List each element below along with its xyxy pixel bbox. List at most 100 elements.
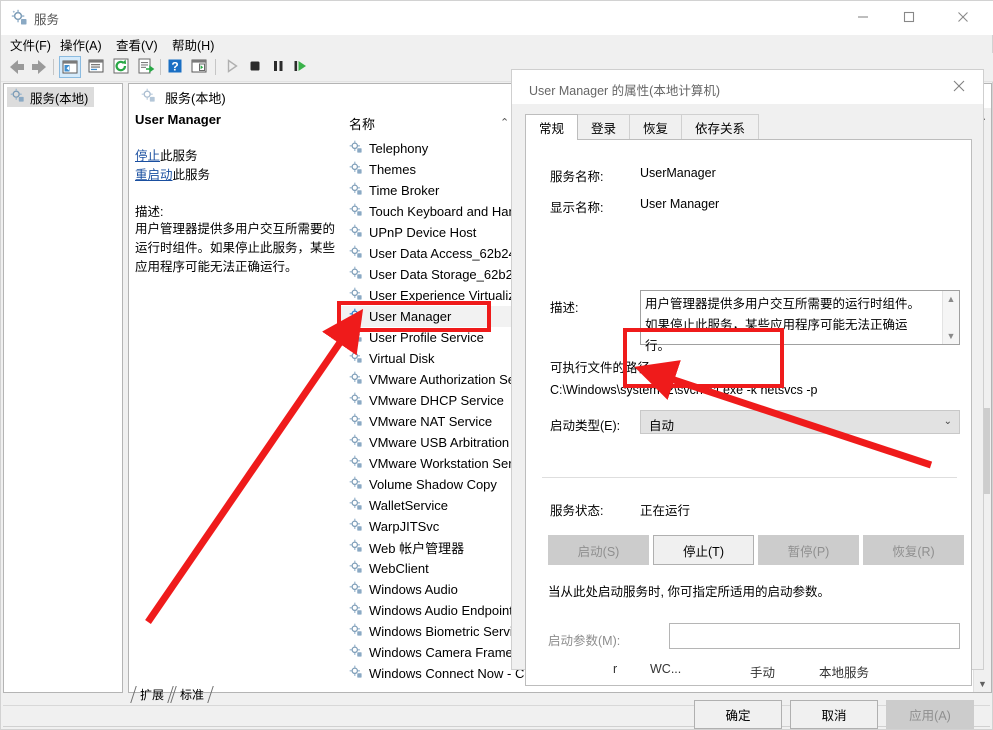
service-icon [349, 245, 363, 262]
help-icon[interactable]: ? [165, 56, 187, 78]
description-scrollbar[interactable]: ▲ ▼ [942, 291, 959, 344]
service-icon [349, 581, 363, 598]
close-icon[interactable] [937, 71, 981, 101]
start-service-icon[interactable] [222, 56, 244, 78]
scroll-down-icon[interactable]: ▼ [974, 675, 991, 692]
stop-service-icon[interactable] [245, 56, 267, 78]
service-icon [349, 350, 363, 367]
stop-service-link[interactable]: 停止此服务 [135, 145, 337, 164]
view-tabs: 扩展 标准 [131, 686, 211, 704]
service-icon [349, 371, 363, 388]
service-icon [349, 497, 363, 514]
details-description-label: 描述: [135, 205, 164, 219]
properties-icon[interactable] [86, 56, 108, 78]
pane-header-label: 服务(本地) [165, 91, 226, 106]
list-item-label: Touch Keyboard and Han [369, 204, 516, 219]
svg-text:?: ? [171, 59, 178, 73]
services-icon [10, 88, 25, 106]
partial-row-name: r [613, 662, 618, 676]
list-item-label: Virtual Disk [369, 351, 435, 366]
startup-parameters-label: 启动参数(M): [548, 634, 621, 648]
service-icon [349, 182, 363, 199]
list-item-label: User Data Storage_62b24 [369, 267, 521, 282]
service-icon [349, 644, 363, 661]
close-icon[interactable] [940, 1, 986, 33]
description-label: 描述: [550, 301, 579, 315]
start-button-label: 启动(S) [577, 544, 620, 559]
pause-button[interactable]: 暂停(P) [758, 535, 859, 565]
view-tab-extended[interactable]: 扩展 [131, 686, 171, 703]
resume-button-label: 恢复(R) [892, 544, 935, 559]
window-title: 服务 [34, 13, 60, 27]
list-item-label: WalletService [369, 498, 448, 513]
details-description-text: 用户管理器提供多用户交互所需要的运行时组件。如果停止此服务，某些应用程序可能无法… [135, 222, 336, 274]
general-tab-panel: 服务名称: UserManager 显示名称: User Manager 描述:… [525, 139, 972, 686]
start-button[interactable]: 启动(S) [548, 535, 649, 565]
view-tab-standard[interactable]: 标准 [171, 686, 211, 703]
tree-item-services-local[interactable]: 服务(本地) [7, 87, 95, 107]
restart-service-link-suffix: 此服务 [172, 168, 211, 182]
list-item-label: VMware NAT Service [369, 414, 493, 429]
scroll-down-icon[interactable]: ▼ [943, 328, 959, 344]
tab-dependencies[interactable]: 依存关系 [681, 114, 760, 139]
service-icon [349, 539, 363, 556]
show-action-pane-icon[interactable] [189, 56, 211, 78]
service-name-value: UserManager [640, 166, 716, 180]
back-icon[interactable] [6, 56, 28, 78]
column-header-name[interactable]: 名称 [349, 114, 375, 133]
tab-logon[interactable]: 登录 [577, 114, 631, 139]
ok-button-label: 确定 [725, 709, 751, 723]
services-icon [11, 9, 28, 26]
highlight-startup-type-combo [623, 328, 784, 388]
maximize-icon[interactable] [886, 1, 932, 33]
list-item-label: Telephony [369, 141, 429, 156]
service-icon [349, 203, 363, 220]
startup-type-combobox[interactable]: 自动 ⌄ [640, 410, 960, 434]
partial-list-row[interactable]: r WC... 手动 本地服务 [613, 662, 963, 680]
stop-button-label: 停止(T) [683, 544, 724, 559]
minimize-icon[interactable] [840, 1, 886, 33]
service-icon [349, 665, 363, 682]
list-item-label: Windows Biometric Servi [369, 624, 513, 639]
resume-button[interactable]: 恢复(R) [863, 535, 964, 565]
list-item-label: VMware DHCP Service [369, 393, 504, 408]
view-tab-extended-label: 扩展 [140, 688, 165, 702]
service-status-label: 服务状态: [550, 504, 604, 518]
list-item-label: Windows Camera Frame [369, 645, 513, 660]
list-item-label: User Profile Service [369, 330, 484, 345]
restart-service-link[interactable]: 重启动此服务 [135, 164, 337, 183]
service-icon [349, 161, 363, 178]
startup-parameters-input[interactable] [669, 623, 960, 649]
tab-recovery-label: 恢复 [643, 121, 669, 136]
refresh-icon[interactable] [111, 56, 133, 78]
stop-button[interactable]: 停止(T) [653, 535, 754, 565]
show-hide-console-tree-icon[interactable] [59, 56, 81, 78]
service-icon [349, 602, 363, 619]
ok-button[interactable]: 确定 [694, 700, 782, 729]
partial-row-startup: 手动 [750, 666, 776, 680]
apply-button[interactable]: 应用(A) [886, 700, 974, 729]
menu-bar: 文件(F) 操作(A) 查看(V) 帮助(H) [1, 31, 993, 53]
console-tree-pane: 服务(本地) [3, 83, 123, 693]
view-tab-standard-label: 标准 [180, 688, 205, 702]
pause-service-icon[interactable] [268, 56, 290, 78]
title-bar: 服务 [1, 1, 993, 35]
scroll-up-icon[interactable]: ▲ [943, 291, 959, 307]
export-list-icon[interactable] [136, 56, 158, 78]
list-item-label: Windows Audio Endpoint [369, 603, 513, 618]
tab-recovery[interactable]: 恢复 [629, 114, 683, 139]
restart-service-icon[interactable] [290, 56, 312, 78]
partial-row-description: WC... [650, 662, 682, 676]
tab-general[interactable]: 常规 [525, 114, 579, 140]
forward-icon[interactable] [28, 56, 50, 78]
tab-general-label: 常规 [539, 122, 565, 136]
service-icon [349, 224, 363, 241]
cancel-button[interactable]: 取消 [790, 700, 878, 729]
pause-button-label: 暂停(P) [787, 544, 830, 559]
service-icon [349, 140, 363, 157]
chevron-down-icon[interactable]: ⌄ [944, 416, 952, 427]
list-item-label: VMware Authorization Se [369, 372, 515, 387]
startup-type-label: 启动类型(E): [550, 419, 621, 433]
toolbar-separator-3 [215, 59, 216, 75]
list-item-label: VMware USB Arbitration [369, 435, 510, 450]
